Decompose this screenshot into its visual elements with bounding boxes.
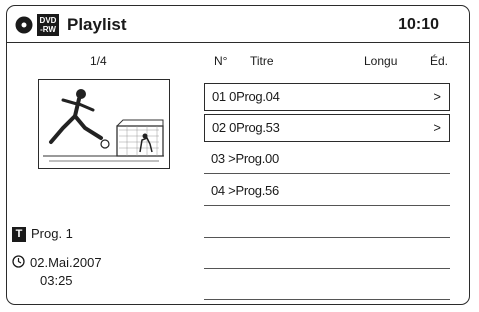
row-text: 03 >Prog.00: [211, 151, 279, 166]
playlist-row-1[interactable]: 01 0Prog.04 >: [204, 83, 450, 111]
row-arrow[interactable]: >: [433, 89, 441, 104]
clock-display: 10:10: [398, 16, 439, 33]
empty-row-line: [204, 299, 450, 300]
preview-counter: 1/4: [90, 54, 107, 68]
header-bar: DVD -RW Playlist 10:10: [7, 6, 469, 43]
row-arrow[interactable]: >: [433, 120, 441, 135]
empty-row-line: [204, 237, 450, 238]
preview-thumbnail: [38, 79, 170, 169]
dvd-rw-badge: DVD -RW: [37, 14, 59, 36]
column-number: N°: [214, 54, 228, 68]
clock-icon: [12, 255, 25, 268]
empty-row-line: [204, 268, 450, 269]
playlist-row-4[interactable]: 04 >Prog.56: [204, 178, 450, 206]
playlist-row-2[interactable]: 02 0Prog.53 >: [204, 114, 450, 142]
row-text: 02 0Prog.53: [212, 120, 280, 135]
program-info: T Prog. 1: [12, 226, 73, 243]
column-title: Titre: [250, 54, 274, 68]
disc-icon: [15, 16, 33, 34]
title-icon: T: [12, 227, 26, 243]
recording-time: 03:25: [40, 273, 73, 288]
page-title: Playlist: [67, 15, 127, 34]
row-text: 04 >Prog.56: [211, 183, 279, 198]
playlist-row-3[interactable]: 03 >Prog.00: [204, 146, 450, 174]
date-info: 02.Mai.2007: [12, 255, 102, 270]
column-edit: Éd.: [430, 54, 449, 68]
recording-date: 02.Mai.2007: [30, 255, 102, 270]
row-text: 01 0Prog.04: [212, 89, 280, 104]
program-label: Prog. 1: [31, 226, 73, 241]
column-length: Longu: [364, 54, 398, 68]
soccer-player-image: [43, 89, 164, 162]
